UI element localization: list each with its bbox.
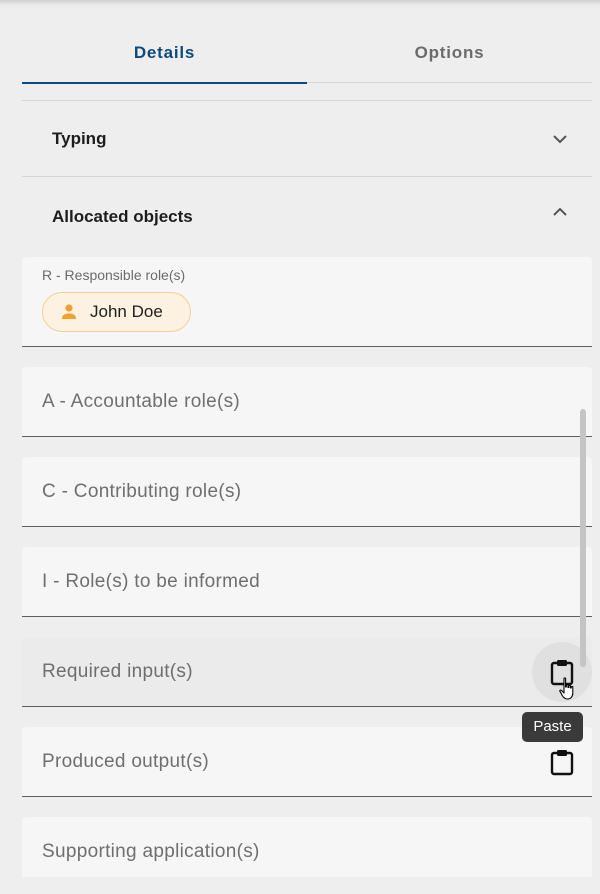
- section-typing-title: Typing: [52, 129, 107, 148]
- paste-tooltip: Paste: [522, 712, 583, 742]
- role-chip[interactable]: John Doe: [42, 292, 191, 332]
- tab-details[interactable]: Details: [22, 26, 307, 84]
- scrollbar-thumb[interactable]: [580, 409, 586, 667]
- paste-button[interactable]: [546, 746, 578, 778]
- section-allocated-title: Allocated objects: [52, 207, 193, 226]
- clipboard-icon: [550, 750, 574, 776]
- role-chip-name: John Doe: [90, 302, 163, 321]
- required-inputs-field[interactable]: Required input(s): [22, 637, 592, 707]
- chevron-down-icon: [553, 135, 567, 144]
- contributing-roles-field[interactable]: C - Contributing role(s): [22, 457, 592, 527]
- person-icon: [62, 304, 76, 319]
- accountable-roles-field[interactable]: A - Accountable role(s): [22, 367, 592, 437]
- produced-outputs-label: Produced output(s): [42, 751, 209, 772]
- divider: [22, 176, 592, 177]
- produced-outputs-field[interactable]: Produced output(s): [22, 727, 592, 797]
- accountable-roles-label: A - Accountable role(s): [42, 391, 241, 412]
- chevron-up-icon: [553, 207, 567, 216]
- informed-roles-field[interactable]: I - Role(s) to be informed: [22, 547, 592, 617]
- tab-options[interactable]: Options: [307, 26, 592, 82]
- required-inputs-label: Required input(s): [42, 661, 193, 682]
- contributing-roles-label: C - Contributing role(s): [42, 481, 242, 502]
- section-typing-header[interactable]: Typing: [22, 101, 592, 177]
- responsible-roles-label: R - Responsible role(s): [42, 267, 186, 283]
- informed-roles-label: I - Role(s) to be informed: [42, 571, 260, 592]
- section-allocated-header[interactable]: Allocated objects: [22, 179, 592, 255]
- responsible-roles-field[interactable]: R - Responsible role(s) John Doe: [22, 257, 592, 347]
- top-shadow: [0, 0, 600, 6]
- hand-cursor-icon: [559, 677, 574, 700]
- supporting-applications-label: Supporting application(s): [42, 841, 260, 862]
- supporting-applications-field[interactable]: Supporting application(s): [22, 817, 592, 877]
- tab-bar: Details Options: [22, 26, 592, 84]
